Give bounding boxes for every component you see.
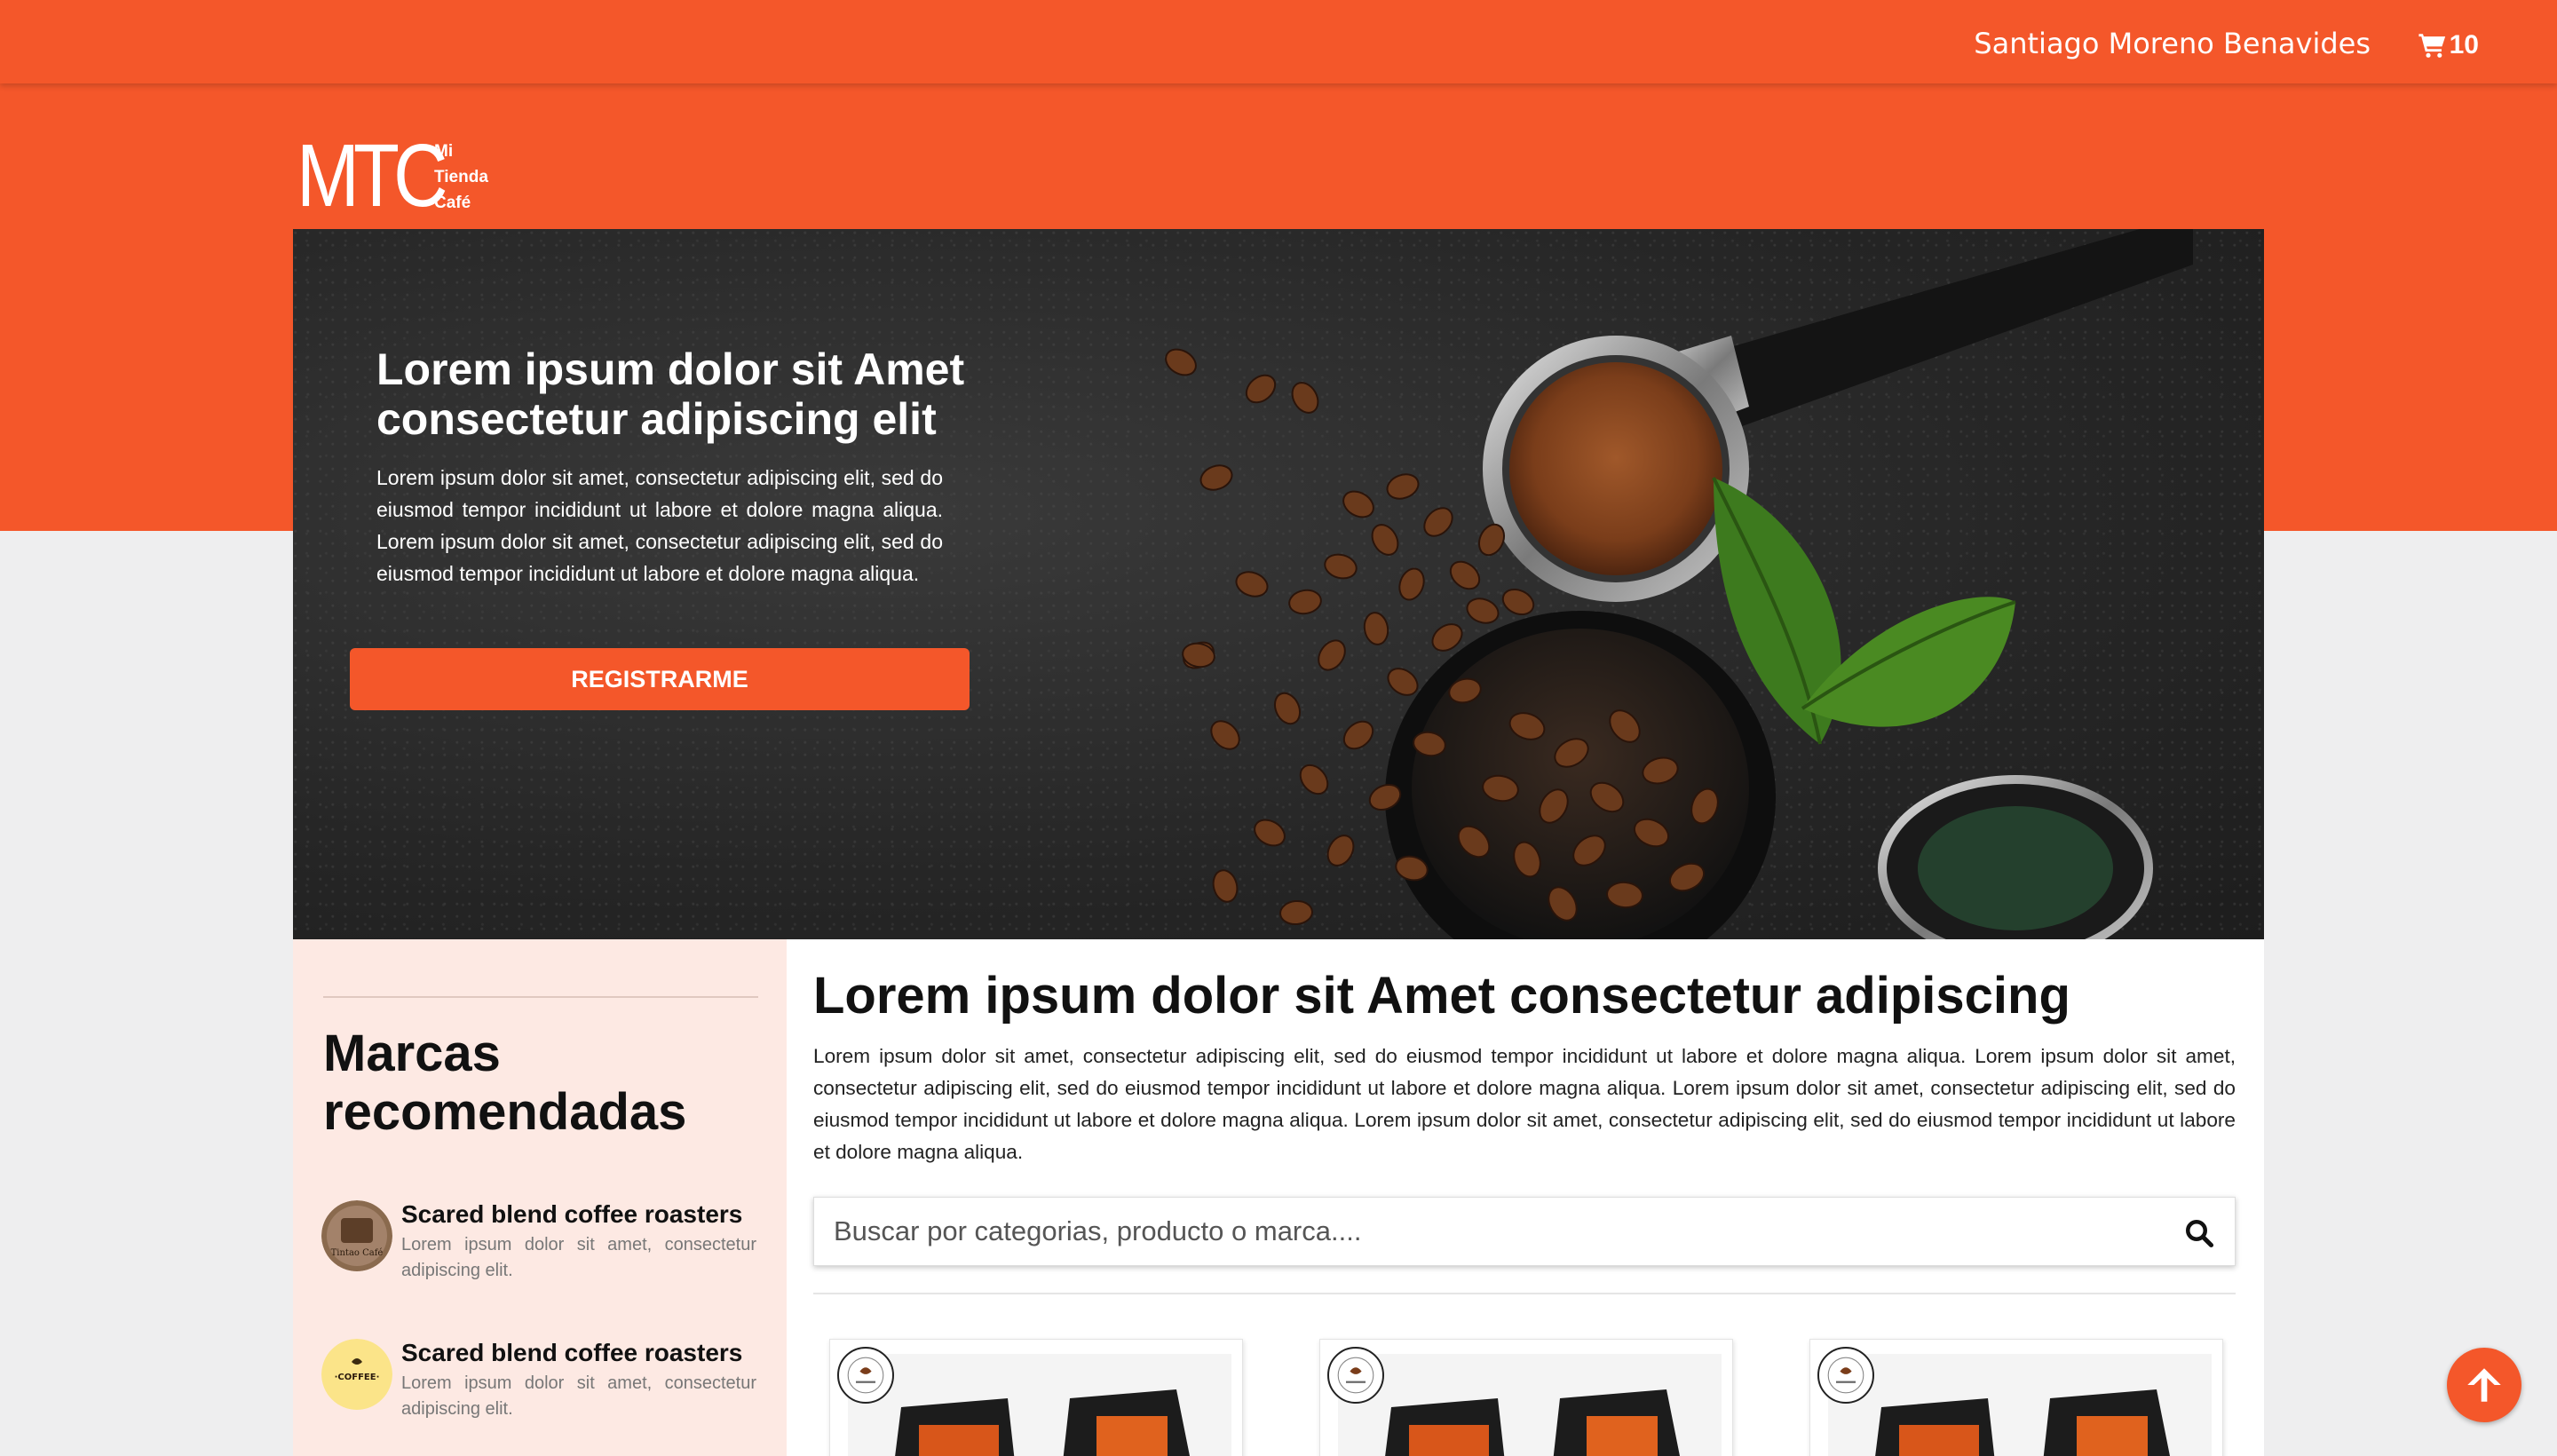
cart-count: 10 xyxy=(2449,30,2479,59)
product-card[interactable] xyxy=(829,1339,1243,1456)
brand-badge xyxy=(1817,1347,1874,1404)
product-image xyxy=(1828,1354,2212,1456)
sidebar-divider xyxy=(323,996,758,998)
arrow-up-icon xyxy=(2467,1368,2501,1402)
product-image xyxy=(848,1354,1231,1456)
brands-sidebar: Marcas recomendadas Tintao Café Scared b… xyxy=(293,939,787,1456)
brand-name: Scared blend coffee roasters xyxy=(401,1200,743,1228)
logo-line-3: Café xyxy=(434,194,471,212)
search-icon[interactable] xyxy=(2183,1217,2215,1249)
logo-mark: MTC xyxy=(297,126,448,226)
user-name-link[interactable]: Santiago Moreno Benavides xyxy=(1974,27,2371,60)
site-logo[interactable]: MTC Mi Tienda Café xyxy=(297,131,488,220)
product-image xyxy=(1338,1354,1722,1456)
main-title: Lorem ipsum dolor sit Amet consectetur a… xyxy=(813,967,2070,1025)
hero-text: Lorem ipsum dolor sit amet, consectetur … xyxy=(376,466,943,585)
sidebar-title: Marcas recomendadas xyxy=(323,1025,687,1141)
brand-badge xyxy=(837,1347,894,1404)
svg-text:Tintao Café: Tintao Café xyxy=(331,1248,384,1258)
brand-logo: ·COFFEE· xyxy=(321,1339,392,1410)
brand-logo: Tintao Café xyxy=(321,1200,392,1271)
logo-line-2: Tienda xyxy=(434,168,488,186)
cart-button[interactable]: 10 xyxy=(2418,30,2479,60)
cart-icon xyxy=(2418,34,2445,58)
logo-line-1: Mi xyxy=(434,142,454,161)
hero-banner: Lorem ipsum dolor sit Amet consectetur a… xyxy=(293,229,2264,939)
brand-badge xyxy=(1327,1347,1384,1404)
brand-item[interactable]: Tintao Café Scared blend coffee roasters… xyxy=(321,1200,765,1280)
brand-name: Scared blend coffee roasters xyxy=(401,1339,743,1366)
top-navbar: Santiago Moreno Benavides 10 xyxy=(0,0,2557,83)
search-input[interactable] xyxy=(834,1212,2165,1251)
brand-description: Lorem ipsum dolor sit amet, consectetur … xyxy=(401,1235,756,1280)
svg-text:·COFFEE·: ·COFFEE· xyxy=(335,1373,380,1382)
logo-subtitle: Mi Tienda Café xyxy=(429,131,488,220)
brand-description: Lorem ipsum dolor sit amet, consectetur … xyxy=(401,1373,756,1419)
content-divider xyxy=(813,1293,2236,1294)
product-card[interactable] xyxy=(1809,1339,2223,1456)
hero-title: Lorem ipsum dolor sit Amet consectetur a… xyxy=(376,344,965,444)
search-bar xyxy=(813,1197,2236,1266)
main-text: Lorem ipsum dolor sit amet, consectetur … xyxy=(813,1045,2236,1163)
product-card[interactable] xyxy=(1319,1339,1733,1456)
main-content: Lorem ipsum dolor sit Amet consectetur a… xyxy=(787,939,2264,1456)
register-button[interactable]: REGISTRARME xyxy=(350,648,970,710)
scroll-top-button[interactable] xyxy=(2447,1348,2521,1422)
brand-item[interactable]: ·COFFEE· Scared blend coffee roasters Lo… xyxy=(321,1339,765,1419)
